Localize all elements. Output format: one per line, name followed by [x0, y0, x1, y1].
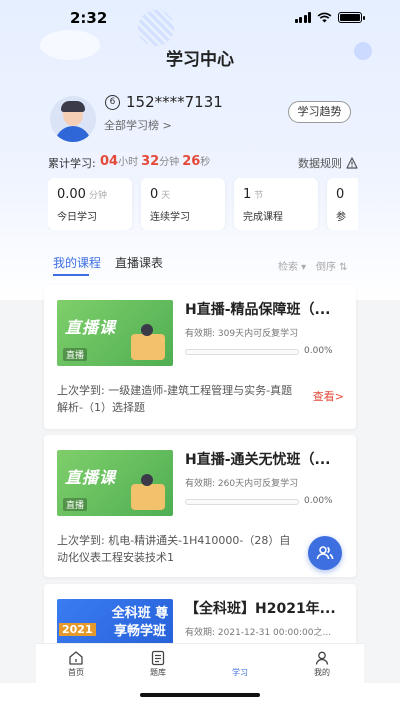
signal-icon: [294, 12, 311, 23]
cumulative-study-row: 累计学习: 04小时 32分钟 26秒 数据规则: [48, 153, 358, 171]
profile-icon: [315, 651, 329, 665]
cover-text: 直播课: [65, 318, 117, 337]
cover-figure: [131, 324, 165, 360]
stat-unit: 分钟: [88, 191, 107, 201]
search-filter[interactable]: 检索 ▾: [278, 258, 306, 273]
cover-text: 直播课: [65, 468, 117, 487]
course-cover: 直播课 直播: [57, 450, 173, 516]
stat-label: 今日学习: [57, 212, 97, 223]
wifi-icon: [317, 12, 332, 23]
nav-item-study[interactable]: 学习: [210, 650, 270, 678]
level-badge: 6: [105, 95, 120, 110]
reverse-order-label: 倒序: [316, 262, 336, 273]
nav-label: 首页: [68, 668, 84, 677]
course-title: H直播-精品保障班（...: [185, 302, 331, 318]
course-card[interactable]: 直播课 直播 H直播-精品保障班（... 有效期: 309天内可反复学习 0.0…: [44, 285, 356, 429]
tab-live-schedule[interactable]: 直播课表: [115, 254, 163, 271]
tab-indicator: [53, 274, 89, 276]
course-progress-bar: [185, 499, 299, 505]
stat-value: 0: [150, 187, 159, 202]
stat-streak: 0天 连续学习: [141, 178, 225, 230]
cover-tag: 直播: [63, 498, 88, 511]
cover-figure: [131, 474, 165, 510]
stat-unit: 天: [161, 191, 171, 201]
stat-value: 0: [336, 187, 345, 202]
stat-label: 完成课程: [243, 212, 283, 223]
nav-label: 题库: [150, 668, 166, 677]
home-icon: [69, 651, 83, 665]
course-cover: 直播课 直播: [57, 300, 173, 366]
nav-label: 我的: [314, 668, 330, 677]
stat-today: 0.00 分钟 今日学习: [48, 178, 132, 230]
stat-value: 0.00: [57, 187, 86, 202]
user-phone: 152****7131: [126, 93, 223, 111]
course-progress-bar: [185, 349, 299, 355]
last-studied: 上次学到: 一级建造师-建筑工程管理与实务-真题解析-（1）选择题: [57, 384, 293, 414]
page-title: 学习中心: [166, 50, 234, 70]
customer-service-button[interactable]: [308, 536, 342, 570]
search-filter-label: 检索: [278, 262, 298, 273]
data-rules-label: 数据规则: [298, 157, 342, 170]
status-bar: 2:32: [0, 0, 400, 40]
stat-completed: 1节 完成课程: [234, 178, 318, 230]
course-progress-text: 0.00%: [304, 496, 333, 506]
course-title: 【全科班】H2021年...: [185, 601, 336, 617]
nav-item-profile[interactable]: 我的: [292, 650, 352, 678]
course-title: H直播-通关无忧班（...: [185, 452, 331, 468]
question-bank-icon: [151, 650, 165, 666]
cover-text: 全科班 尊享畅学班: [111, 606, 169, 639]
seconds-value: 26: [182, 154, 201, 169]
people-icon: [316, 546, 334, 560]
bottom-nav: 首页 题库 学习 我的: [36, 643, 364, 683]
nav-item-home[interactable]: 首页: [46, 650, 106, 678]
home-indicator-area: [0, 683, 400, 710]
course-tabs: 我的课程 直播课表 检索 ▾ 倒序 ⇅: [44, 254, 360, 276]
nav-item-question-bank[interactable]: 题库: [128, 650, 188, 678]
view-button[interactable]: 查看>: [313, 388, 344, 404]
stats-row: 0.00 分钟 今日学习 0天 连续学习 1节 完成课程 0 参: [48, 178, 358, 230]
cumulative-label: 累计学习:: [48, 157, 96, 170]
tab-my-courses[interactable]: 我的课程: [53, 254, 101, 271]
stat-unit: 节: [254, 191, 264, 201]
course-validity: 有效期: 309天内可反复学习: [185, 329, 299, 339]
stat-label: 参: [336, 212, 346, 223]
minutes-value: 32: [141, 154, 160, 169]
avatar[interactable]: [50, 96, 96, 142]
stat-value: 1: [243, 187, 252, 202]
status-time: 2:32: [70, 9, 108, 27]
data-rules-link[interactable]: 数据规则: [298, 155, 358, 171]
study-trend-button[interactable]: 学习趋势: [288, 101, 351, 123]
all-study-ranking-link[interactable]: 全部学习榜 >: [104, 117, 172, 133]
course-validity: 有效期: 2021-12-31 00:00:00之...: [185, 628, 332, 638]
battery-icon: [338, 12, 365, 23]
hours-value: 04: [100, 154, 119, 169]
stat-label: 连续学习: [150, 212, 190, 223]
app-screen: 2:32 学习中心 6 152****7131 全部学习榜 > 学习趋势 累计学…: [0, 0, 400, 710]
status-icons: [294, 12, 365, 23]
course-progress-text: 0.00%: [304, 346, 333, 356]
course-validity: 有效期: 260天内可反复学习: [185, 479, 299, 489]
cover-tag: 直播: [63, 348, 88, 361]
last-studied: 上次学到: 机电-精讲通关-1H410000-（28）自动化仪表工程安装技术1: [57, 534, 291, 564]
cover-year: 2021: [59, 623, 96, 636]
home-indicator[interactable]: [140, 693, 260, 697]
reverse-order-filter[interactable]: 倒序 ⇅: [316, 258, 348, 273]
hours-unit: 小时: [118, 157, 139, 168]
minutes-unit: 分钟: [159, 157, 180, 168]
seconds-unit: 秒: [200, 157, 211, 168]
stat-participated: 0 参: [327, 178, 358, 230]
warning-icon: [346, 157, 358, 169]
nav-label: 学习: [232, 668, 248, 677]
study-icon: [232, 650, 248, 666]
cumulative-values: 04小时 32分钟 26秒: [100, 153, 213, 169]
